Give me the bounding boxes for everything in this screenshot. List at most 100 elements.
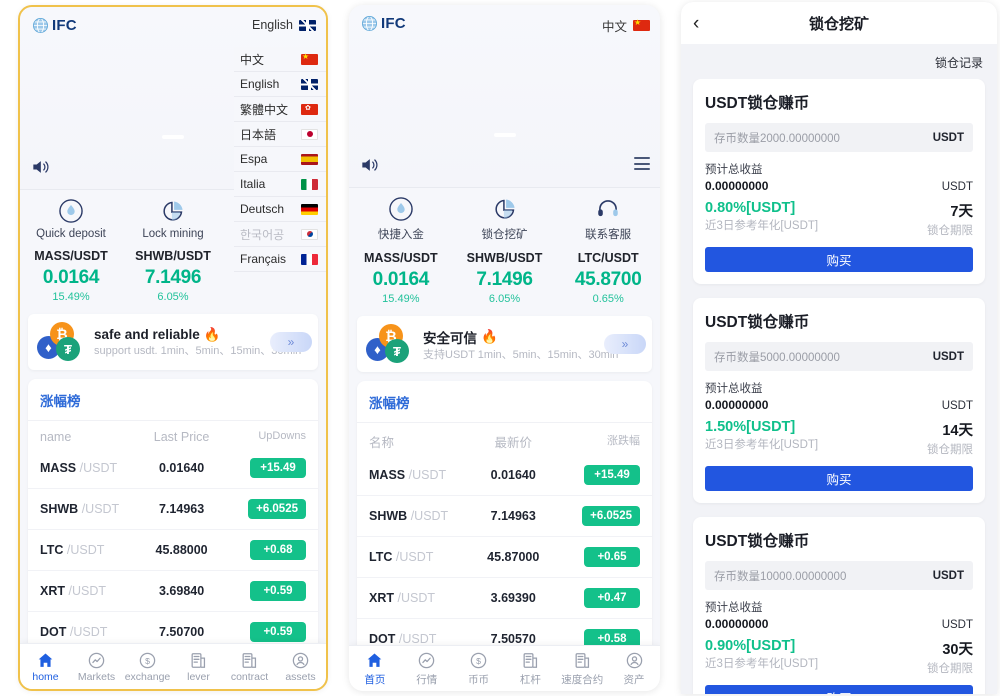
- apr-block: 0.90%[USDT] 近3日参考年化[USDT]: [705, 638, 818, 671]
- row-change: +0.65: [557, 547, 640, 567]
- language-option[interactable]: 中文: [234, 47, 326, 72]
- usdt-coin-icon: ₮: [56, 337, 80, 361]
- lock-mining-screen: ‹ 锁仓挖矿 锁仓记录 USDT锁仓赚币 存币数量2000.00000000 U…: [681, 2, 997, 694]
- tab-contract[interactable]: contract: [224, 650, 275, 683]
- tab-label: exchange: [124, 671, 171, 683]
- tab-exchange[interactable]: $ 币币: [453, 651, 505, 687]
- hero-placeholder-dash: [162, 135, 184, 139]
- quick-action-lock-mining[interactable]: Lock mining SHWB/USDT 7.1496 6.05%: [122, 196, 224, 303]
- globe-icon: [32, 17, 49, 34]
- lever-icon: [504, 651, 556, 671]
- table-row[interactable]: SHWB /USDT 7.14963 +6.0525: [357, 496, 652, 537]
- language-option[interactable]: Deutsch: [234, 197, 326, 222]
- deposit-amount-placeholder: 存币数量2000.00000000: [714, 132, 840, 145]
- language-option[interactable]: 繁體中文: [234, 97, 326, 122]
- tab-exchange[interactable]: $ exchange: [122, 650, 173, 683]
- chevron-left-icon[interactable]: ‹: [693, 14, 699, 33]
- promo-banner-2[interactable]: ♦ ₿ ₮ 安全可信 🔥 支持USDT 1min、5min、15min、30mi…: [357, 316, 652, 372]
- tab-assets[interactable]: 资产: [608, 651, 660, 687]
- deposit-amount-input[interactable]: 存币数量5000.00000000 USDT: [705, 342, 973, 371]
- deposit-unit: USDT: [932, 131, 964, 144]
- fire-icon: 🔥: [203, 326, 221, 342]
- row-symbol: SHWB /USDT: [40, 502, 120, 516]
- pair-change: 15.49%: [52, 291, 90, 303]
- row-symbol: LTC /USDT: [369, 550, 434, 564]
- speaker-icon[interactable]: [359, 155, 379, 175]
- tab-markets[interactable]: Markets: [71, 650, 122, 683]
- language-option[interactable]: Français: [234, 247, 326, 272]
- table-row[interactable]: XRT /USDT 3.69840 +0.59: [28, 571, 318, 612]
- language-selector[interactable]: 中文: [602, 16, 650, 35]
- tab-lever[interactable]: 杠杆: [504, 651, 556, 687]
- hero-banner-2: IFC 中文: [349, 5, 660, 187]
- page-title: 锁仓挖矿: [808, 15, 869, 33]
- markets-icon: [401, 651, 453, 671]
- promo-banner-1[interactable]: ♦ ₿ ₮ safe and reliable 🔥 support usdt. …: [28, 314, 318, 370]
- pair-price: 7.1496: [476, 269, 533, 290]
- language-selector[interactable]: English: [252, 18, 316, 32]
- row-symbol: LTC /USDT: [40, 543, 105, 557]
- language-option[interactable]: 한국어공: [234, 222, 326, 247]
- pair-symbol: SHWB/USDT: [135, 249, 211, 263]
- deposit-amount-input[interactable]: 存币数量10000.00000000 USDT: [705, 561, 973, 590]
- promo-banner-arrow[interactable]: »: [270, 332, 312, 352]
- table-row[interactable]: MASS /USDT 0.01640 +15.49: [357, 455, 652, 496]
- bottom-navigation-1: home Markets $ exchange lever contract a…: [20, 643, 326, 689]
- apr-period-row: 0.80%[USDT] 近3日参考年化[USDT] 7天 锁仓期限: [705, 200, 973, 238]
- tab-assets[interactable]: assets: [275, 650, 326, 683]
- tab-label: 速度合约: [561, 673, 604, 686]
- buy-button[interactable]: 购买: [705, 466, 973, 491]
- tab-markets[interactable]: 行情: [401, 651, 453, 687]
- language-option[interactable]: 日本語: [234, 122, 326, 147]
- table-row[interactable]: LTC /USDT 45.87000 +0.65: [357, 537, 652, 578]
- pie-chart-icon: [453, 194, 557, 224]
- lever-icon: [173, 650, 224, 670]
- lock-records-link[interactable]: 锁仓记录: [681, 44, 997, 79]
- language-option[interactable]: English: [234, 72, 326, 97]
- rank-col-name: name: [40, 430, 72, 444]
- flag-kr-icon: [301, 228, 318, 240]
- apr-caption: 近3日参考年化[USDT]: [705, 220, 819, 232]
- quick-action-quick-deposit[interactable]: Quick deposit MASS/USDT 0.0164 15.49%: [20, 196, 122, 303]
- apr-block: 1.50%[USDT] 近3日参考年化[USDT]: [705, 419, 818, 452]
- promo-banner-arrow[interactable]: »: [604, 334, 646, 354]
- language-option[interactable]: Italia: [234, 172, 326, 197]
- tab-home[interactable]: home: [20, 650, 71, 683]
- lock-period-caption: 锁仓期限: [927, 444, 973, 456]
- lock-product-card: USDT锁仓赚币 存币数量5000.00000000 USDT 预计总收益 0.…: [693, 298, 985, 503]
- lock-period-value: 7天: [950, 204, 973, 220]
- table-row[interactable]: MASS /USDT 0.01640 +15.49: [28, 448, 318, 489]
- svg-text:$: $: [145, 655, 150, 665]
- language-dropdown-menu[interactable]: 中文 English 繁體中文 日本語 Espa: [234, 47, 326, 272]
- table-row[interactable]: XRT /USDT 3.69390 +0.47: [357, 578, 652, 619]
- flag-de-icon: [301, 203, 318, 215]
- tab-contract[interactable]: 速度合约: [556, 651, 608, 687]
- lock-product-card: USDT锁仓赚币 存币数量2000.00000000 USDT 预计总收益 0.…: [693, 79, 985, 284]
- buy-button[interactable]: 购买: [705, 247, 973, 272]
- buy-button[interactable]: 购买: [705, 685, 973, 694]
- assets-icon: [608, 651, 660, 671]
- table-row[interactable]: SHWB /USDT 7.14963 +6.0525: [28, 489, 318, 530]
- quick-action-lock-mining[interactable]: 锁仓挖矿 SHWB/USDT 7.1496 6.05%: [453, 194, 557, 305]
- exchange-icon: $: [453, 651, 505, 671]
- promo-banner-title: 安全可信: [423, 330, 477, 346]
- quick-action-customer-service[interactable]: 联系客服 LTC/USDT 45.8700 0.65%: [556, 194, 660, 305]
- expected-earnings-unit: USDT: [941, 181, 973, 193]
- tab-lever[interactable]: lever: [173, 650, 224, 683]
- screenshot-stage: IFC English 中文 English: [0, 0, 1000, 696]
- pair-change: 6.05%: [488, 293, 521, 305]
- tab-home[interactable]: 首页: [349, 651, 401, 687]
- speaker-icon[interactable]: [30, 157, 50, 177]
- expected-earnings-row: 0.00000000 USDT: [705, 617, 973, 631]
- row-price: 3.69840: [158, 584, 205, 598]
- deposit-unit: USDT: [932, 350, 964, 363]
- table-row[interactable]: LTC /USDT 45.88000 +0.68: [28, 530, 318, 571]
- apr-caption: 近3日参考年化[USDT]: [705, 439, 819, 451]
- quick-action-quick-deposit[interactable]: 快捷入金 MASS/USDT 0.0164 15.49%: [349, 194, 453, 305]
- flag-tw-icon: [301, 103, 318, 115]
- language-current-label: English: [252, 18, 293, 32]
- language-option[interactable]: Espa: [234, 147, 326, 172]
- tab-label: 行情: [416, 673, 438, 686]
- hamburger-menu-icon[interactable]: [634, 157, 650, 170]
- deposit-amount-input[interactable]: 存币数量2000.00000000 USDT: [705, 123, 973, 152]
